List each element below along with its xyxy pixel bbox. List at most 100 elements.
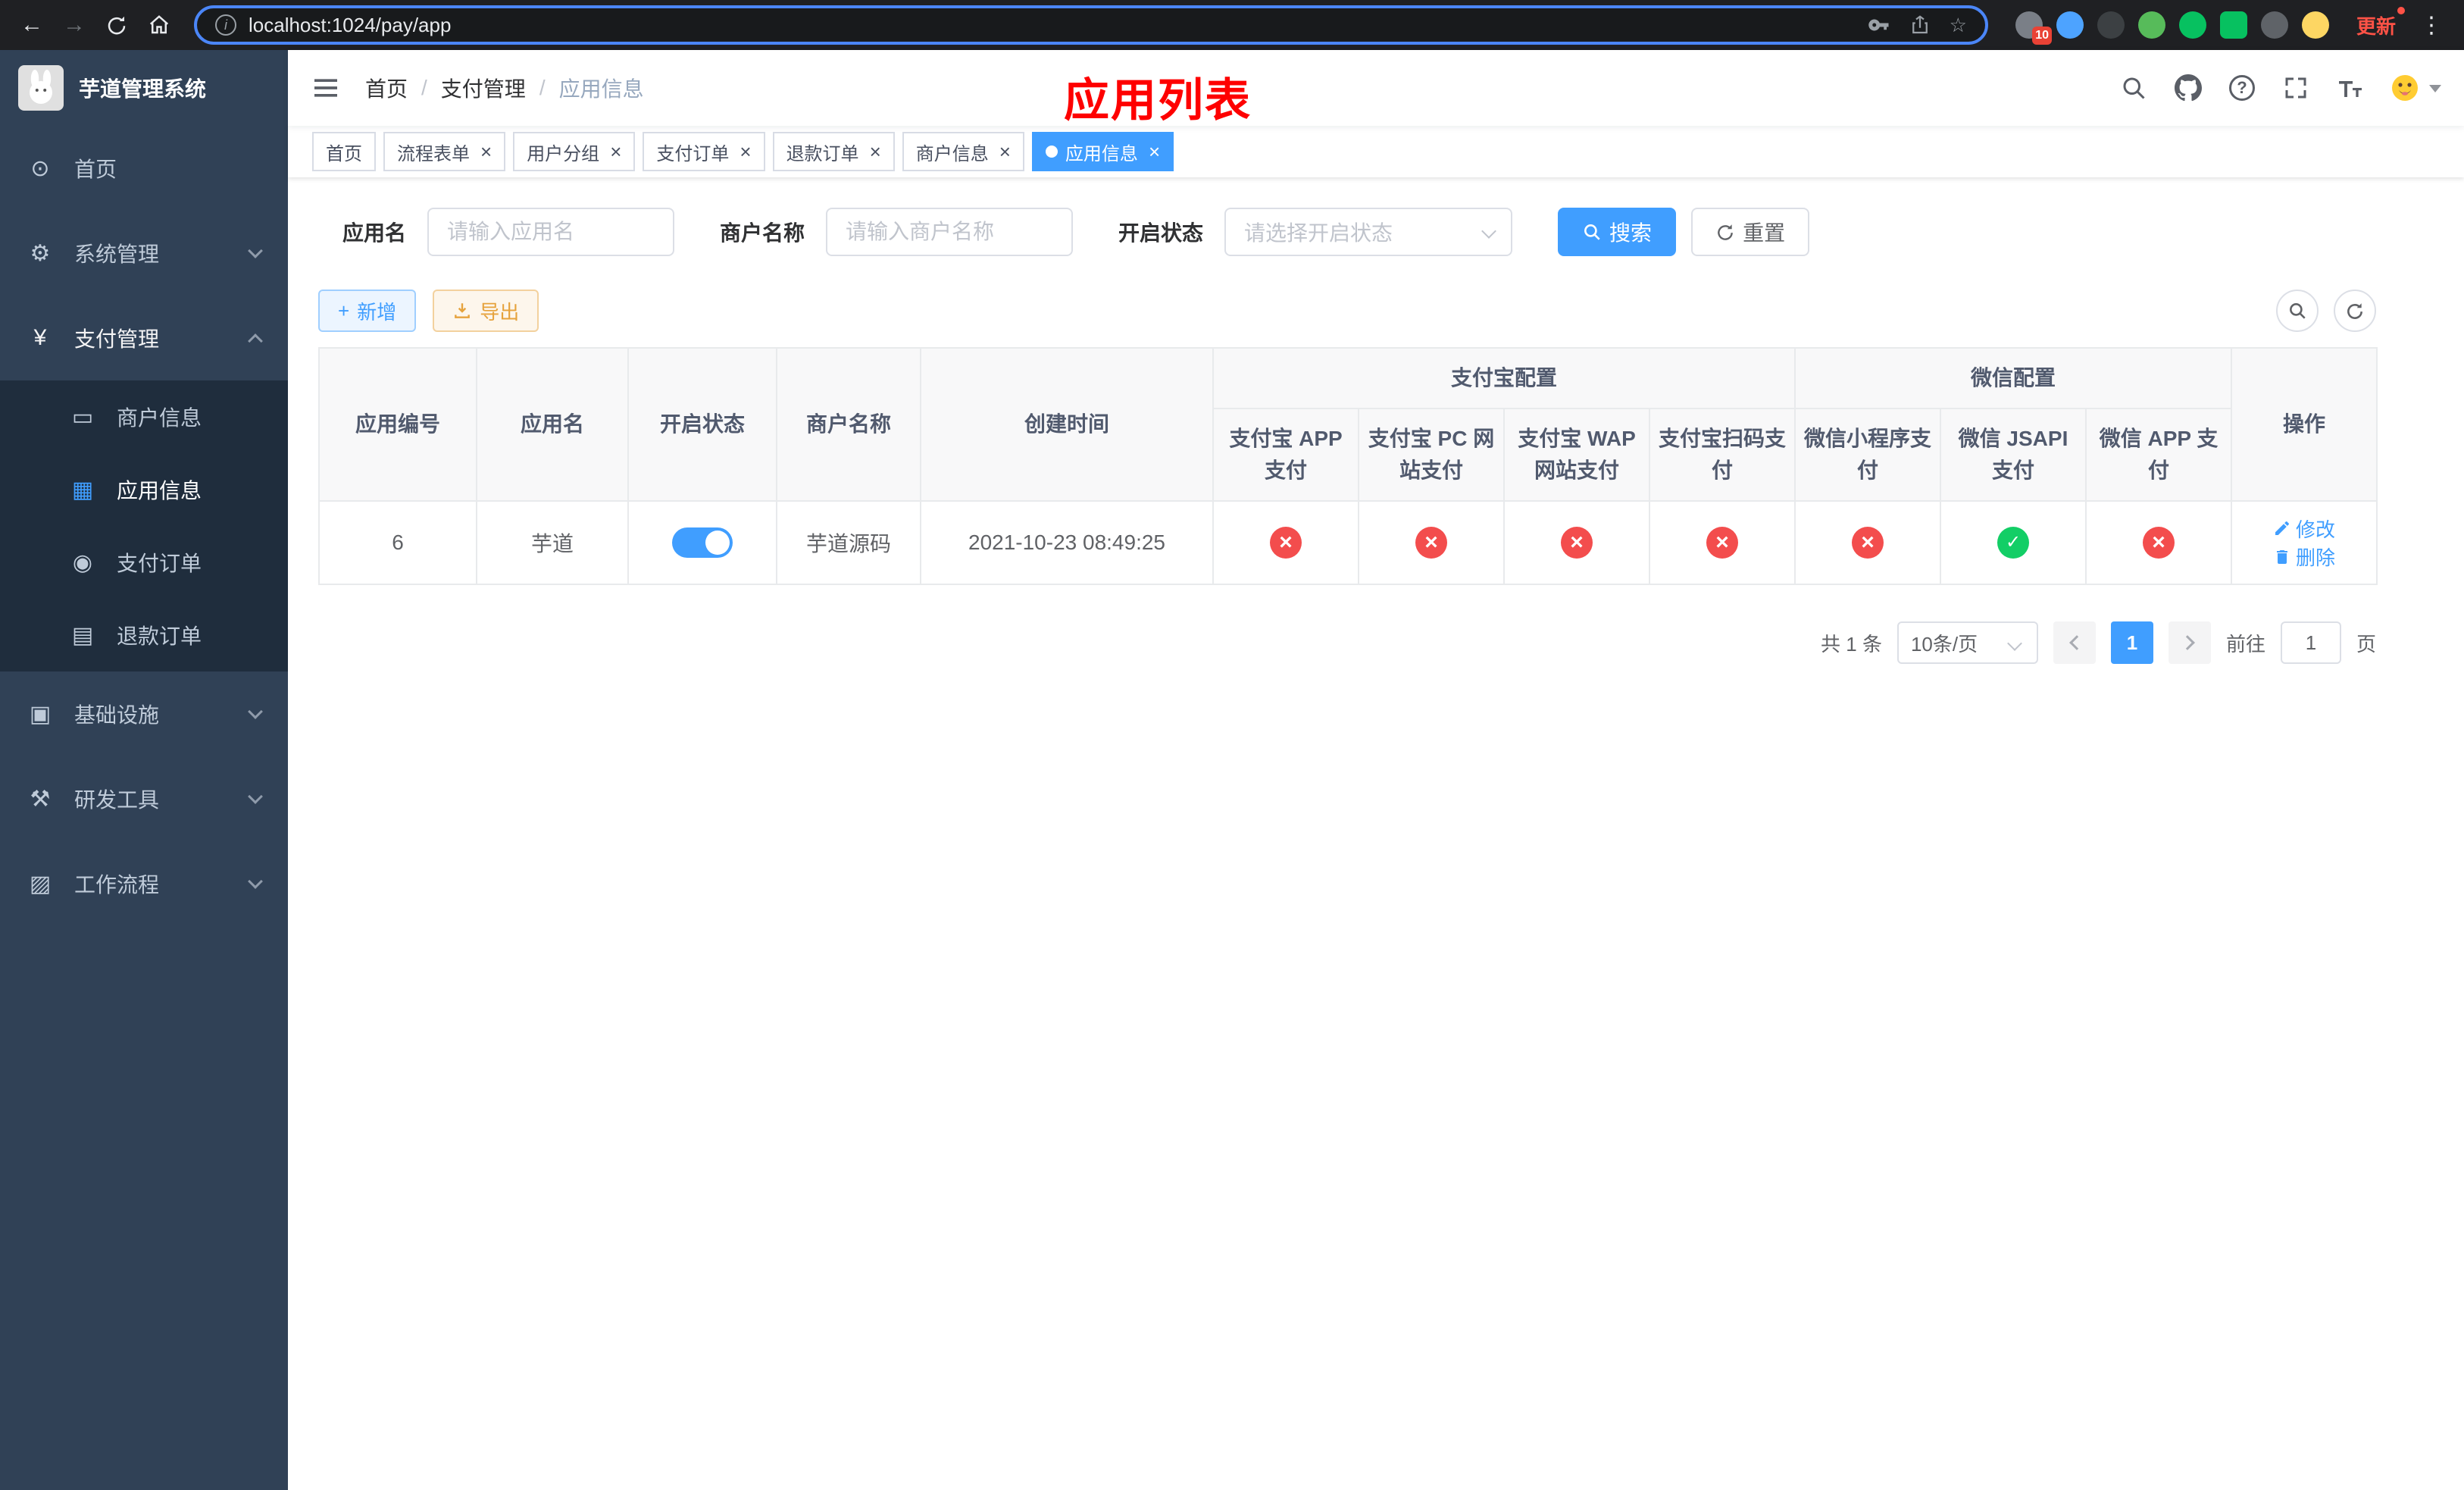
sidebar-item-workflow[interactable]: ▨ 工作流程 xyxy=(0,841,288,926)
tags-view: 首页 流程表单 × 用户分组 × 支付订单 × 退款订单 × 商户信息 × 应用… xyxy=(288,126,2464,177)
share-icon[interactable] xyxy=(1909,14,1931,36)
reload-button[interactable] xyxy=(97,5,136,45)
url-bar[interactable]: i localhost:1024/pay/app ☆ xyxy=(194,5,1988,45)
grid-icon: ▦ xyxy=(71,477,94,502)
sidebar-item-refund-order[interactable]: ▤ 退款订单 xyxy=(0,599,288,671)
browser-menu-button[interactable]: ⋮ xyxy=(2411,12,2452,39)
status-toggle[interactable] xyxy=(672,527,733,558)
pencil-icon xyxy=(2275,521,2289,535)
add-button[interactable]: + 新增 xyxy=(318,290,417,332)
site-info-icon[interactable]: i xyxy=(215,14,236,36)
user-avatar-menu[interactable] xyxy=(2391,74,2441,102)
search-button[interactable]: 搜索 xyxy=(1558,208,1677,256)
sidebar-item-label: 系统管理 xyxy=(74,243,160,266)
tab-label: 首页 xyxy=(326,143,362,164)
close-icon[interactable]: × xyxy=(610,142,621,161)
chevron-down-icon xyxy=(248,704,263,719)
tab-process-form[interactable]: 流程表单 × xyxy=(383,132,506,171)
github-icon[interactable] xyxy=(2175,74,2202,102)
tab-label: 支付订单 xyxy=(656,143,730,164)
column-group-wechat: 微信配置 xyxy=(1794,347,2233,409)
close-icon[interactable]: × xyxy=(1149,142,1160,161)
total-count: 共 1 条 xyxy=(1821,632,1882,656)
sidebar: 芋道管理系统 ⊙ 首页 ⚙ 系统管理 ¥ 支付管理 ▭ 商户信息 ▦ 应用信息 … xyxy=(0,50,288,1490)
hamburger-icon[interactable] xyxy=(311,73,350,103)
tab-app-info[interactable]: 应用信息 × xyxy=(1031,132,1174,171)
search-icon[interactable] xyxy=(2120,74,2147,102)
app-logo xyxy=(18,65,64,111)
sidebar-item-dev-tools[interactable]: ⚒ 研发工具 xyxy=(0,756,288,841)
sidebar-item-home[interactable]: ⊙ 首页 xyxy=(0,126,288,211)
tab-refund-order[interactable]: 退款订单 × xyxy=(772,132,895,171)
extension-icon[interactable] xyxy=(2260,11,2288,39)
cell-alipay-pc xyxy=(1358,500,1505,585)
cell-actions: 修改 删除 xyxy=(2231,500,2378,585)
extension-icon[interactable]: 10 xyxy=(2015,11,2052,45)
column-header-status: 开启状态 xyxy=(627,347,777,502)
breadcrumb-home[interactable]: 首页 xyxy=(365,73,408,103)
tab-merchant-info[interactable]: 商户信息 × xyxy=(902,132,1024,171)
sidebar-item-pay-order[interactable]: ◉ 支付订单 xyxy=(0,526,288,599)
fullscreen-icon[interactable] xyxy=(2282,74,2309,102)
profile-avatar-icon[interactable] xyxy=(2301,11,2329,39)
help-icon[interactable]: ? xyxy=(2229,75,2255,101)
cell-wx-jsapi xyxy=(1940,500,2087,585)
breadcrumb: 首页 / 支付管理 / 应用信息 xyxy=(365,73,644,103)
status-select[interactable]: 请选择开启状态 xyxy=(1224,208,1513,256)
merchant-name-input[interactable] xyxy=(826,208,1074,256)
refresh-icon xyxy=(1718,224,1733,240)
breadcrumb-payment[interactable]: 支付管理 xyxy=(441,73,526,103)
tab-pay-order[interactable]: 支付订单 × xyxy=(643,132,765,171)
prev-page-button[interactable] xyxy=(2053,621,2096,664)
forward-button[interactable]: → xyxy=(55,5,94,45)
extensions-area: 10 xyxy=(2003,11,2341,45)
next-page-button[interactable] xyxy=(2168,621,2211,664)
cell-app-id: 6 xyxy=(318,500,477,585)
page-title-annotation: 应用列表 xyxy=(1064,75,1252,126)
close-icon[interactable]: × xyxy=(480,142,492,161)
sidebar-item-system[interactable]: ⚙ 系统管理 xyxy=(0,211,288,296)
tab-label: 流程表单 xyxy=(397,143,470,164)
logo-link[interactable]: 芋道管理系统 xyxy=(0,50,288,126)
edit-link[interactable]: 修改 xyxy=(2273,515,2335,543)
navbar-actions: ? xyxy=(2120,74,2441,102)
chrome-update-button[interactable]: 更新 xyxy=(2344,6,2408,39)
extension-icon[interactable] xyxy=(2219,11,2247,39)
close-icon[interactable]: × xyxy=(740,142,751,161)
font-size-icon[interactable] xyxy=(2337,74,2364,102)
bookmark-star-icon[interactable]: ☆ xyxy=(1950,14,1967,37)
sidebar-item-merchant-info[interactable]: ▭ 商户信息 xyxy=(0,380,288,453)
page-size-select[interactable]: 10条/页 xyxy=(1896,621,2038,664)
close-icon[interactable]: × xyxy=(999,142,1011,161)
password-key-icon[interactable] xyxy=(1868,14,1890,36)
page-unit-label: 页 xyxy=(2356,632,2376,656)
status-icon xyxy=(1270,527,1302,559)
toggle-search-button[interactable] xyxy=(2276,290,2319,332)
app-name-input[interactable] xyxy=(427,208,675,256)
download-icon xyxy=(455,303,471,318)
extension-icon[interactable] xyxy=(2097,11,2125,39)
delete-link[interactable]: 删除 xyxy=(2273,543,2335,571)
goto-page-input[interactable] xyxy=(2280,621,2341,664)
extension-icon[interactable] xyxy=(2137,11,2165,39)
home-button[interactable] xyxy=(139,5,179,45)
column-header-wx-app: 微信 APP 支付 xyxy=(2085,408,2233,502)
browser-toolbar: ← → i localhost:1024/pay/app ☆ 10 更新 ⋮ xyxy=(0,0,2464,50)
sidebar-item-infrastructure[interactable]: ▣ 基础设施 xyxy=(0,671,288,756)
refresh-table-button[interactable] xyxy=(2334,290,2376,332)
column-header-alipay-wap: 支付宝 WAP 网站支付 xyxy=(1503,408,1650,502)
export-button[interactable]: 导出 xyxy=(433,290,539,332)
column-header-create-time: 创建时间 xyxy=(920,347,1214,502)
back-button[interactable]: ← xyxy=(12,5,52,45)
close-icon[interactable]: × xyxy=(870,142,881,161)
extension-icon[interactable] xyxy=(2056,11,2084,39)
page-number-current[interactable]: 1 xyxy=(2110,621,2153,664)
sidebar-item-payment[interactable]: ¥ 支付管理 xyxy=(0,296,288,380)
reset-button[interactable]: 重置 xyxy=(1691,208,1810,256)
column-header-app-name: 应用名 xyxy=(476,347,629,502)
tab-user-group[interactable]: 用户分组 × xyxy=(513,132,636,171)
tab-home[interactable]: 首页 xyxy=(312,132,376,171)
search-icon xyxy=(1584,224,1600,240)
sidebar-item-app-info[interactable]: ▦ 应用信息 xyxy=(0,453,288,526)
extension-icon[interactable] xyxy=(2178,11,2206,39)
